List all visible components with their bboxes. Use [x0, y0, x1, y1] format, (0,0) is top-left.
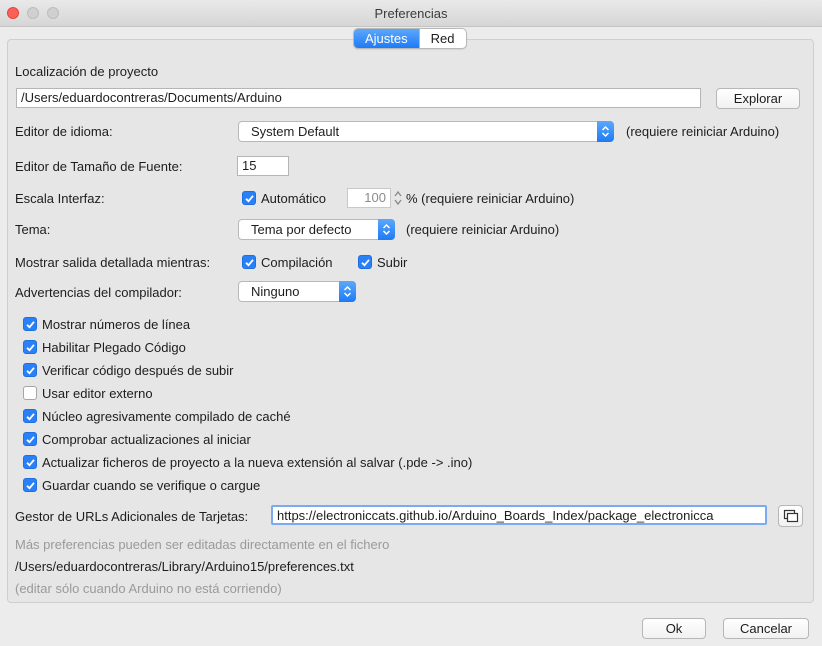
edit-only-note: (editar sólo cuando Arduino no está corr…: [15, 581, 282, 596]
tab-ajustes[interactable]: Ajustes: [354, 29, 419, 48]
option-label: Comprobar actualizaciones al iniciar: [42, 432, 251, 447]
sketchbook-location-label: Localización de proyecto: [15, 64, 159, 79]
windows-icon: [783, 509, 798, 523]
window-title: Preferencias: [374, 6, 448, 21]
option-checkbox[interactable]: [23, 478, 37, 492]
verbose-compile-checkbox[interactable]: [242, 255, 256, 269]
language-select-value: System Default: [251, 124, 340, 139]
compiler-warnings-select[interactable]: Ninguno: [238, 281, 356, 302]
checkmark-icon: [26, 367, 35, 375]
language-select[interactable]: System Default: [238, 121, 614, 142]
edit-urls-button[interactable]: [778, 505, 803, 527]
scale-value-input[interactable]: 100: [347, 188, 391, 208]
browse-button[interactable]: Explorar: [716, 88, 800, 109]
option-checkbox[interactable]: [23, 340, 37, 354]
board-urls-input[interactable]: https://electroniccats.github.io/Arduino…: [271, 505, 767, 525]
language-label: Editor de idioma:: [15, 124, 113, 139]
option-checkbox[interactable]: [23, 409, 37, 423]
theme-select-value: Tema por defecto: [251, 222, 352, 237]
sketchbook-path-input[interactable]: /Users/eduardocontreras/Documents/Arduin…: [16, 88, 701, 108]
theme-label: Tema:: [15, 222, 51, 237]
auto-scale-label: Automático: [261, 191, 327, 206]
ok-button[interactable]: Ok: [642, 618, 706, 639]
chevron-updown-icon: [339, 281, 356, 302]
compiler-warnings-value: Ninguno: [251, 284, 300, 299]
chevron-updown-icon: [378, 219, 395, 240]
checkmark-icon: [361, 259, 370, 267]
option-checkbox[interactable]: [23, 317, 37, 331]
more-preferences-text: Más preferencias pueden ser editadas dir…: [15, 537, 390, 552]
option-checkbox[interactable]: [23, 455, 37, 469]
cancel-button[interactable]: Cancelar: [723, 618, 809, 639]
option-label: Guardar cuando se verifique o cargue: [42, 478, 261, 493]
verbose-upload-checkbox[interactable]: [358, 255, 372, 269]
theme-select[interactable]: Tema por defecto: [238, 219, 395, 240]
compiler-warnings-label: Advertencias del compilador:: [15, 285, 182, 300]
checkmark-icon: [26, 459, 35, 467]
verbose-compile-label: Compilación: [261, 255, 333, 270]
checkmark-icon: [26, 413, 35, 421]
font-size-input[interactable]: 15: [237, 156, 289, 176]
checkmark-icon: [26, 321, 35, 329]
option-checkbox[interactable]: [23, 386, 37, 400]
font-size-label: Editor de Tamaño de Fuente:: [15, 159, 183, 174]
checkmark-icon: [245, 195, 254, 203]
interface-scale-label: Escala Interfaz:: [15, 191, 105, 206]
language-restart-note: (requiere reiniciar Arduino): [626, 124, 780, 139]
option-label: Usar editor externo: [42, 386, 153, 401]
option-label: Verificar código después de subir: [42, 363, 234, 378]
theme-restart-note: (requiere reiniciar Arduino): [406, 222, 560, 237]
option-checkbox[interactable]: [23, 432, 37, 446]
chevron-updown-icon: [597, 121, 614, 142]
verbose-upload-label: Subir: [377, 255, 408, 270]
scale-restart-note: % (requiere reiniciar Arduino): [406, 191, 575, 206]
tab-red[interactable]: Red: [418, 29, 466, 48]
verbose-output-label: Mostrar salida detallada mientras:: [15, 255, 211, 270]
checkmark-icon: [26, 344, 35, 352]
preferences-tabs: Ajustes Red: [353, 28, 467, 49]
preferences-file-path: /Users/eduardocontreras/Library/Arduino1…: [15, 559, 354, 574]
checkmark-icon: [245, 259, 254, 267]
option-label: Núcleo agresivamente compilado de caché: [42, 409, 291, 424]
checkmark-icon: [26, 482, 35, 490]
option-label: Mostrar números de línea: [42, 317, 191, 332]
checkmark-icon: [26, 436, 35, 444]
title-bar: Preferencias: [0, 0, 822, 27]
auto-scale-checkbox[interactable]: [242, 191, 256, 205]
option-label: Actualizar ficheros de proyecto a la nue…: [42, 455, 473, 470]
option-checkbox[interactable]: [23, 363, 37, 377]
board-urls-label: Gestor de URLs Adicionales de Tarjetas:: [15, 509, 249, 524]
scale-stepper[interactable]: [393, 188, 403, 208]
stepper-arrows-icon: [394, 190, 402, 206]
option-label: Habilitar Plegado Código: [42, 340, 186, 355]
